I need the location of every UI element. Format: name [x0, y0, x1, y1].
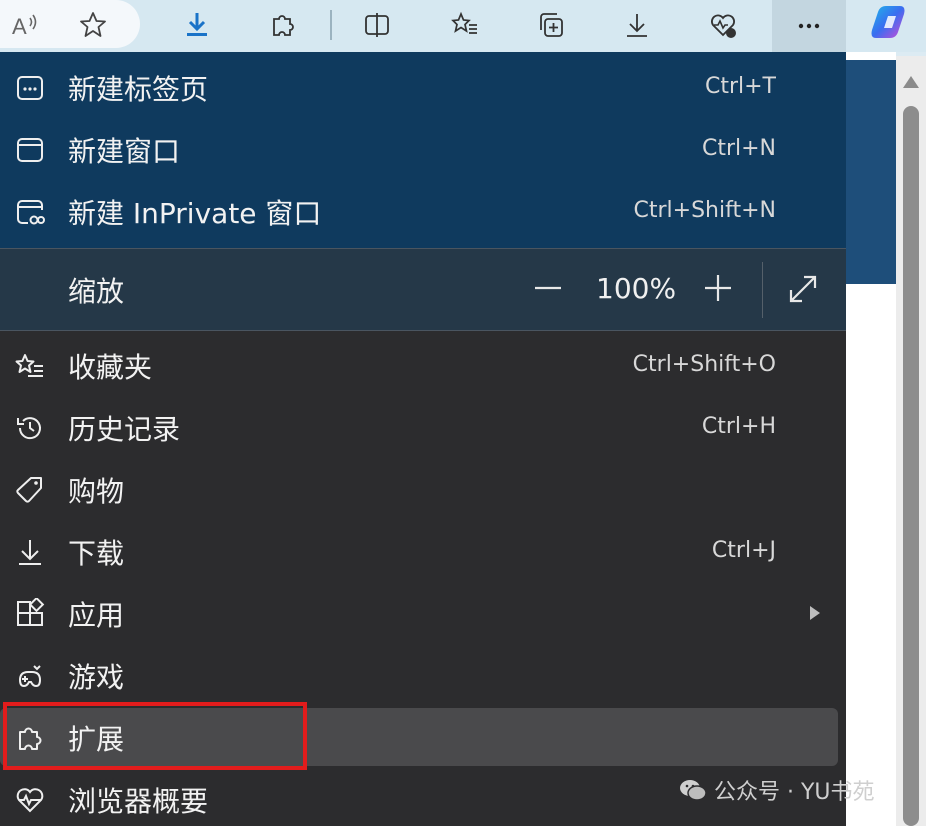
menu-item-shortcut: Ctrl+J [711, 538, 776, 563]
inprivate-icon [14, 196, 46, 228]
download-in-progress-button[interactable] [174, 2, 220, 48]
minus-icon [535, 286, 561, 290]
menu-item-label: 应用 [68, 599, 125, 632]
collections-icon [540, 13, 563, 37]
copilot-icon [871, 6, 905, 38]
menu-divider [0, 330, 846, 331]
extensions-toolbar-button[interactable] [260, 2, 306, 48]
apps-icon [14, 596, 46, 630]
full-screen-icon [789, 275, 817, 303]
download-arrow-icon [187, 13, 207, 36]
read-aloud-button[interactable]: A [2, 2, 48, 48]
plus-icon [705, 275, 731, 301]
split-screen-icon [365, 13, 389, 37]
browser-essentials-icon [711, 14, 736, 38]
menu-divider [0, 248, 846, 249]
downloads-icon [627, 14, 647, 37]
menu-item-shopping[interactable]: 购物 [0, 460, 846, 518]
downloads-button[interactable] [614, 2, 660, 48]
browser-essentials-button[interactable] [700, 2, 746, 48]
menu-item-downloads[interactable]: 下载 Ctrl+J [0, 522, 846, 580]
more-menu-icon [798, 23, 820, 29]
zoom-level: 100% [596, 272, 677, 305]
menu-item-label: 下载 [68, 537, 125, 570]
favorites-icon [14, 350, 46, 382]
games-icon [14, 660, 46, 692]
menu-item-new-inprivate-window[interactable]: 新建 InPrivate 窗口 Ctrl+Shift+N [0, 182, 846, 240]
menu-item-favorites[interactable]: 收藏夹 Ctrl+Shift+O [0, 336, 846, 394]
history-icon [14, 412, 46, 444]
favorites-list-icon [451, 11, 477, 34]
settings-and-more-button[interactable] [772, 0, 846, 52]
menu-item-shortcut: Ctrl+Shift+N [633, 198, 776, 223]
menu-item-label: 历史记录 [68, 413, 181, 446]
submenu-chevron-icon [810, 606, 820, 620]
zoom-out-button[interactable] [530, 270, 566, 306]
read-aloud-icon: A [12, 14, 37, 39]
toolbar-separator [330, 10, 332, 40]
favorite-button[interactable] [70, 2, 116, 48]
menu-item-label: 新建 InPrivate 窗口 [68, 197, 322, 230]
scrollbar-thumb[interactable] [903, 106, 919, 826]
zoom-label: 缩放 [68, 275, 125, 308]
split-screen-button[interactable] [354, 2, 400, 48]
new-tab-icon [14, 72, 46, 104]
menu-item-shortcut: Ctrl+H [701, 414, 776, 439]
menu-item-games[interactable]: 游戏 [0, 646, 846, 704]
favorites-button[interactable] [442, 2, 488, 48]
shopping-tag-icon [14, 474, 46, 506]
copilot-button[interactable] [866, 4, 912, 44]
full-screen-button[interactable] [786, 272, 820, 306]
menu-item-label: 购物 [68, 475, 125, 508]
highlight-annotation-box [3, 702, 307, 770]
menu-item-new-tab[interactable]: 新建标签页 Ctrl+T [0, 58, 846, 116]
page-banner [846, 60, 896, 284]
scroll-up-arrow-icon[interactable] [903, 76, 919, 88]
watermark-text: 公众号 · YU书苑 [714, 780, 875, 805]
watermark: 公众号 · YU书苑 [678, 772, 875, 808]
extensions-puzzle-icon [273, 15, 294, 36]
menu-item-label: 新建标签页 [68, 73, 209, 106]
favorite-star-icon [80, 12, 106, 37]
menu-item-shortcut: Ctrl+T [704, 74, 776, 99]
new-window-icon [14, 134, 46, 166]
menu-item-label: 浏览器概要 [68, 785, 209, 818]
download-icon [14, 536, 46, 568]
menu-item-shortcut: Ctrl+Shift+O [632, 352, 776, 377]
zoom-in-button[interactable] [700, 270, 736, 306]
menu-item-label: 收藏夹 [68, 351, 153, 384]
menu-item-apps[interactable]: 应用 [0, 584, 846, 642]
svg-text:A: A [12, 14, 27, 39]
collections-button[interactable] [528, 2, 574, 48]
wechat-logo-icon [680, 780, 707, 801]
menu-item-history[interactable]: 历史记录 Ctrl+H [0, 398, 846, 456]
menu-item-shortcut: Ctrl+N [701, 136, 776, 161]
menu-item-label: 新建窗口 [68, 135, 181, 168]
menu-item-label: 游戏 [68, 661, 125, 694]
menu-item-new-window[interactable]: 新建窗口 Ctrl+N [0, 120, 846, 178]
browser-toolbar: A [0, 0, 926, 52]
zoom-separator [762, 262, 763, 318]
browser-essentials-icon [14, 784, 46, 816]
